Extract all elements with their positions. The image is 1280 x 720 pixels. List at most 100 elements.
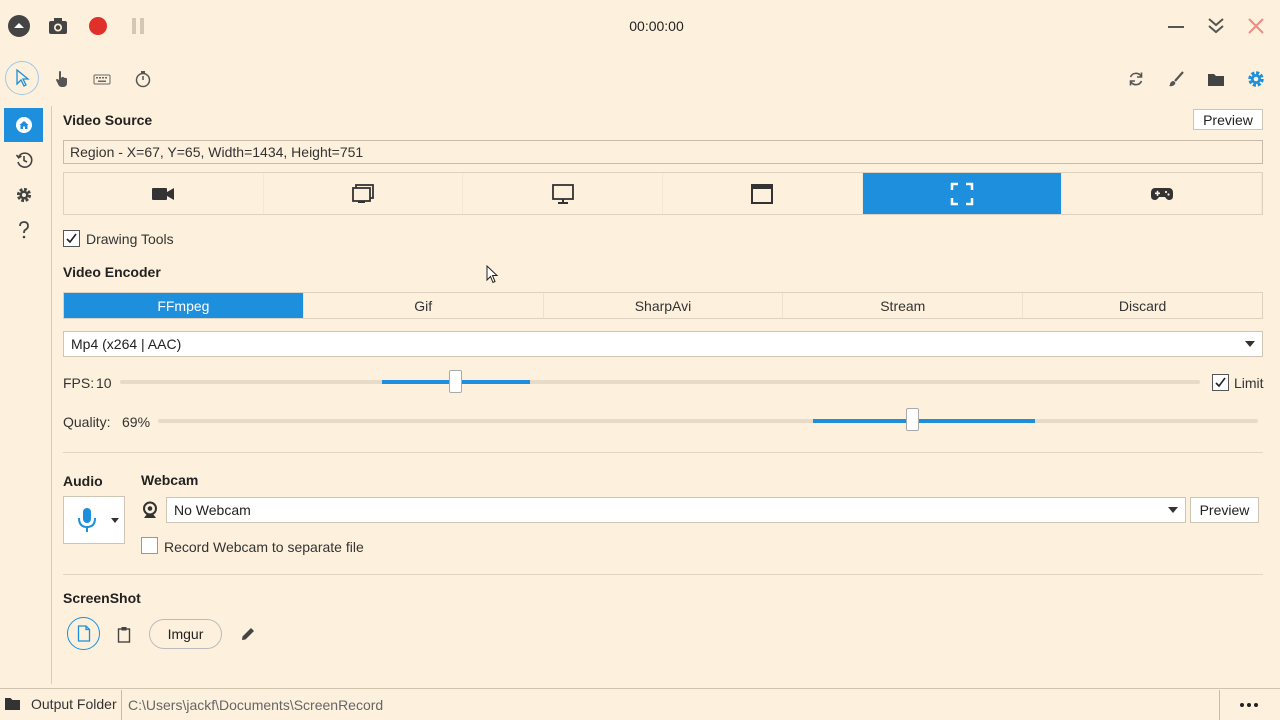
pencil-icon xyxy=(242,628,254,640)
checkmark-icon xyxy=(66,233,77,244)
fps-limit-label: Limit xyxy=(1234,375,1264,391)
video-source-selector xyxy=(63,172,1263,215)
brush-icon xyxy=(1169,71,1184,87)
left-nav xyxy=(0,106,52,684)
hand-pointer-icon xyxy=(56,71,67,87)
minimize-icon xyxy=(1168,26,1184,28)
file-icon xyxy=(77,625,90,642)
folder-icon xyxy=(1208,74,1224,86)
question-icon xyxy=(18,221,29,239)
source-game[interactable] xyxy=(1062,173,1263,214)
quality-label: Quality: xyxy=(63,414,111,430)
fps-value: 10 xyxy=(96,375,112,391)
cursor-icon xyxy=(16,69,30,87)
webcam-icon xyxy=(143,501,157,518)
video-encoder-title: Video Encoder xyxy=(63,264,161,280)
source-window[interactable] xyxy=(264,173,464,214)
format-dropdown-value: Mp4 (x264 | AAC) xyxy=(71,336,182,352)
source-webcam[interactable] xyxy=(64,173,264,214)
video-source-title: Video Source xyxy=(63,112,153,128)
monitor-icon xyxy=(551,183,574,204)
home-icon xyxy=(15,117,32,133)
quality-slider-range xyxy=(813,419,1035,423)
fullscreen-region-icon xyxy=(950,182,974,205)
microphone-button[interactable] xyxy=(63,496,125,544)
screenshot-to-clipboard-button[interactable] xyxy=(110,620,138,648)
nav-help[interactable] xyxy=(4,213,43,247)
quality-slider-track[interactable] xyxy=(158,419,1258,423)
tab-sharpavi[interactable]: SharpAvi xyxy=(544,293,784,318)
webcam-preview-button[interactable]: Preview xyxy=(1190,497,1259,523)
drawing-tools-checkbox[interactable] xyxy=(63,230,80,247)
chevron-down-icon xyxy=(1168,507,1178,513)
fps-limit-checkbox[interactable] xyxy=(1212,374,1229,391)
quality-value: 69% xyxy=(122,414,151,430)
webcam-dropdown-value: No Webcam xyxy=(174,502,251,518)
chevron-down-icon xyxy=(111,518,119,523)
source-region[interactable] xyxy=(862,173,1063,214)
output-folder-label: Output Folder xyxy=(31,696,117,712)
keyboard-icon xyxy=(93,74,111,85)
clicks-tool-button[interactable] xyxy=(47,64,77,94)
checkmark-icon xyxy=(1215,377,1226,388)
source-screen[interactable] xyxy=(463,173,664,214)
gear-icon xyxy=(1248,71,1264,87)
webcam-title: Webcam xyxy=(141,472,199,488)
nav-history[interactable] xyxy=(4,143,43,177)
tab-ffmpeg[interactable]: FFmpeg xyxy=(64,293,304,318)
folder-icon xyxy=(5,698,20,710)
history-icon xyxy=(15,152,33,168)
keystrokes-tool-button[interactable] xyxy=(87,64,117,94)
settings-button[interactable] xyxy=(1241,64,1271,94)
region-field[interactable]: Region - X=67, Y=65, Width=1434, Height=… xyxy=(63,140,1263,164)
quality-slider-thumb[interactable] xyxy=(906,408,919,431)
nav-settings[interactable] xyxy=(4,178,43,212)
cursor-tool-button[interactable] xyxy=(5,61,39,95)
separate-file-label: Record Webcam to separate file xyxy=(164,539,364,555)
audio-title: Audio xyxy=(63,473,103,489)
video-camera-icon xyxy=(152,187,175,200)
mouse-cursor-icon xyxy=(486,265,499,284)
window-icon xyxy=(751,183,774,204)
more-dots-icon xyxy=(1239,703,1258,707)
double-chevron-down-icon xyxy=(1208,18,1224,34)
screenshot-to-file-button[interactable] xyxy=(67,617,100,650)
window-stack-icon xyxy=(352,183,374,203)
chevron-down-icon xyxy=(1245,341,1255,347)
preview-button[interactable]: Preview xyxy=(1193,109,1263,130)
gear-icon xyxy=(16,187,31,203)
output-bar: Output Folder C:\Users\jackf\Documents\S… xyxy=(0,688,1280,720)
imgur-button[interactable]: Imgur xyxy=(149,619,222,649)
fps-label: FPS: xyxy=(63,375,95,391)
tab-discard[interactable]: Discard xyxy=(1023,293,1262,318)
stopwatch-icon xyxy=(135,71,151,88)
divider xyxy=(63,452,1263,453)
nav-home[interactable] xyxy=(4,108,43,142)
fps-slider-thumb[interactable] xyxy=(449,370,462,393)
encoder-tabs: FFmpeg Gif SharpAvi Stream Discard xyxy=(63,292,1263,319)
browse-output-button[interactable] xyxy=(1221,690,1276,720)
tab-gif[interactable]: Gif xyxy=(304,293,544,318)
separate-file-checkbox[interactable] xyxy=(141,537,158,554)
refresh-button[interactable] xyxy=(1121,64,1151,94)
clipboard-icon xyxy=(117,626,131,643)
gamepad-icon xyxy=(1150,187,1173,200)
close-button[interactable] xyxy=(1242,12,1270,40)
minimize-button[interactable] xyxy=(1162,12,1190,40)
tab-stream[interactable]: Stream xyxy=(783,293,1024,318)
screenshot-edit-button[interactable] xyxy=(234,620,262,648)
refresh-icon xyxy=(1129,72,1143,86)
timer-tool-button[interactable] xyxy=(128,64,158,94)
minimal-mode-button[interactable] xyxy=(1202,12,1230,40)
divider xyxy=(63,574,1263,575)
microphone-icon xyxy=(78,508,96,532)
output-folder-path[interactable]: C:\Users\jackf\Documents\ScreenRecord xyxy=(121,690,1220,720)
webcam-dropdown[interactable]: No Webcam xyxy=(166,497,1186,523)
open-folder-button[interactable] xyxy=(1201,64,1231,94)
source-single-window[interactable] xyxy=(663,173,863,214)
fps-slider-track[interactable] xyxy=(120,380,1200,384)
format-dropdown[interactable]: Mp4 (x264 | AAC) xyxy=(63,331,1263,357)
screenshot-title: ScreenShot xyxy=(63,590,141,606)
overlay-button[interactable] xyxy=(1161,64,1191,94)
recording-timer: 00:00:00 xyxy=(629,18,684,34)
